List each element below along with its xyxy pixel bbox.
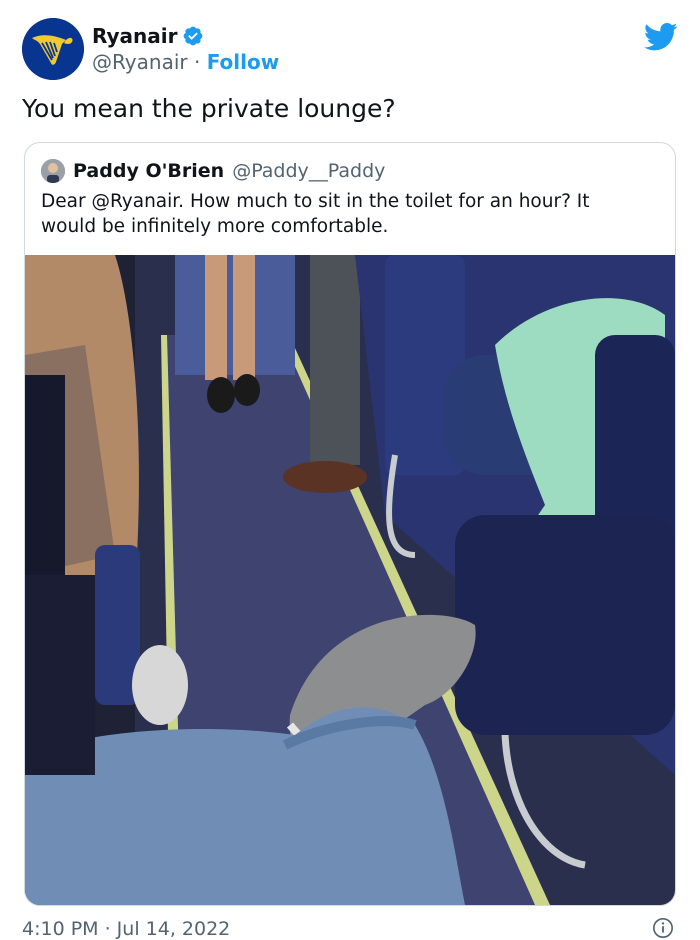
quoted-tweet[interactable]: Paddy O'Brien @Paddy__Paddy Dear @Ryanai…	[24, 142, 676, 906]
tweet-text: You mean the private lounge?	[22, 94, 396, 123]
ryanair-avatar[interactable]	[22, 18, 84, 80]
author-handle[interactable]: @Ryanair	[92, 50, 188, 74]
tweet-timestamp[interactable]: 4:10 PM · Jul 14, 2022	[22, 918, 230, 940]
info-icon[interactable]	[652, 917, 674, 939]
follow-button[interactable]: Follow	[207, 50, 280, 74]
quote-author-handle[interactable]: @Paddy__Paddy	[232, 160, 385, 182]
author-display-name[interactable]: Ryanair	[92, 24, 178, 48]
twitter-bird-icon[interactable]	[644, 22, 678, 52]
quote-text: Dear @Ryanair. How much to sit in the to…	[41, 191, 590, 237]
quote-author-avatar[interactable]	[41, 159, 65, 183]
avatar-person-icon	[41, 159, 65, 183]
ryanair-harp-logo	[22, 18, 84, 80]
tweet-header: Ryanair @Ryanair · Follow	[22, 18, 678, 80]
cabin-aisle-photo[interactable]	[25, 255, 675, 905]
quote-author-name[interactable]: Paddy O'Brien	[73, 160, 224, 182]
verified-badge-icon	[183, 26, 202, 46]
handle-separator: ·	[193, 50, 201, 74]
